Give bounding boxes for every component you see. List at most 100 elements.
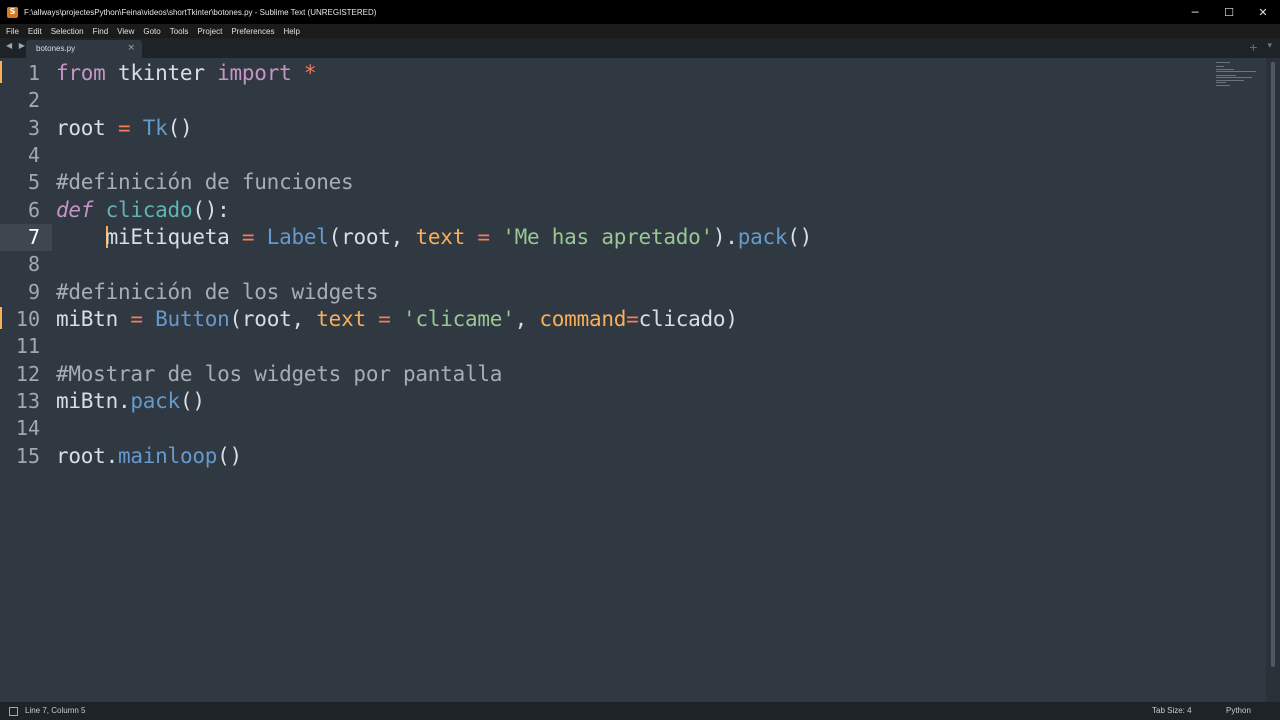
minimap[interactable] [1216,60,1266,90]
token-parameter: text [316,307,366,331]
cursor-position: Line 7, Column 5 [25,706,86,715]
token-string: 'clicame' [403,307,515,331]
token-plain: . [117,389,131,413]
token-operator: = [365,307,404,331]
vertical-scrollbar[interactable] [1266,58,1280,702]
token-comment: #definición de los widgets [56,280,379,304]
tab-size-indicator[interactable]: Tab Size: 4 [1152,706,1192,715]
line-number: 5 [27,170,40,194]
code-text: miBtn.pack() [56,388,205,415]
token-call: Button [155,307,230,331]
token-operator: = [229,225,267,249]
title-bar: S F:\allways\projectesPython\Feina\video… [0,0,1280,24]
code-line-10[interactable]: 10 miBtn = Button(root, text = 'clicame'… [0,306,1200,333]
token-call: pack [737,225,788,249]
status-bar: Line 7, Column 5 Tab Size: 4 Python [0,702,1280,720]
code-text: def clicado(): [56,197,230,224]
code-line-11[interactable]: 11 [0,333,1200,360]
line-number: 4 [27,143,40,167]
code-line-5[interactable]: 5 #definición de funciones [0,169,1200,196]
tab-list-icon[interactable]: ▾ [1267,41,1272,51]
token-operator: = [626,307,639,331]
line-number: 14 [15,416,40,440]
minimap-line [1216,69,1234,70]
code-line-2[interactable]: 2 [0,87,1200,114]
menu-view[interactable]: View [113,27,139,36]
minimap-line [1216,75,1236,76]
minimap-line [1216,62,1230,63]
menu-goto[interactable]: Goto [139,27,165,36]
line-number: 9 [27,280,40,304]
token-plain: () [167,116,193,140]
minimap-line [1216,66,1224,67]
code-editor[interactable]: 1 from tkinter import * 2 3 root = Tk() … [0,58,1264,702]
close-button[interactable]: ✕ [1246,0,1280,24]
token-parameter: text [415,225,466,249]
code-text: root.mainloop() [56,443,242,470]
code-line-7[interactable]: 7 miEtiqueta = Label(root, text = 'Me ha… [0,224,1200,251]
token-plain: miBtn [56,307,118,331]
syntax-indicator[interactable]: Python [1226,706,1251,715]
minimap-line [1216,82,1226,83]
tab-bar: ◀ ▶ botones.py × + ▾ [0,38,1280,58]
menu-file[interactable]: File [0,27,23,36]
tab-nav-arrows-icon[interactable]: ◀ ▶ [6,41,27,50]
line-number: 2 [27,88,40,112]
token-keyword: import [217,61,292,85]
token-operator: = [117,307,156,331]
code-line-14[interactable]: 14 [0,415,1200,442]
code-line-1[interactable]: 1 from tkinter import * [0,60,1200,87]
line-number: 3 [27,116,40,140]
menu-tools[interactable]: Tools [165,27,193,36]
token-plain: miBtn [56,389,118,413]
minimize-button[interactable]: ─ [1178,0,1212,24]
tab-botones-py[interactable]: botones.py × [26,40,142,58]
menu-preferences[interactable]: Preferences [227,27,279,36]
token-keyword: def [56,198,94,222]
line-number: 15 [15,444,40,468]
code-line-6[interactable]: 6 def clicado(): [0,197,1200,224]
code-line-4[interactable]: 4 [0,142,1200,169]
code-line-3[interactable]: 3 root = Tk() [0,115,1200,142]
menu-selection[interactable]: Selection [46,27,88,36]
line-number: 12 [15,362,40,386]
token-plain: root [56,116,106,140]
scrollbar-thumb[interactable] [1271,62,1275,667]
token-call: mainloop [117,444,218,468]
token-plain: ). [712,225,738,249]
token-plain: (root, [328,225,416,249]
menu-help[interactable]: Help [279,27,304,36]
code-text: from tkinter import * [56,60,317,87]
token-plain: root [56,444,106,468]
menu-project[interactable]: Project [193,27,227,36]
maximize-button[interactable]: ☐ [1212,0,1246,24]
minimap-line [1216,71,1256,72]
code-line-13[interactable]: 13 miBtn.pack() [0,388,1200,415]
code-line-9[interactable]: 9 #definición de los widgets [0,279,1200,306]
code-line-8[interactable]: 8 [0,251,1200,278]
token-operator: * [291,61,317,85]
token-operator: = [465,225,503,249]
minimap-line [1216,77,1252,78]
code-line-12[interactable]: 12 #Mostrar de los widgets por pantalla [0,361,1200,388]
line-number: 8 [27,252,40,276]
token-plain: miEtiqueta [105,225,230,249]
window-controls: ─ ☐ ✕ [1178,0,1280,24]
code-text: miBtn = Button(root, text = 'clicame', c… [56,306,738,333]
panel-toggle-icon[interactable] [9,707,18,716]
token-call: pack [130,389,180,413]
token-plain: () [787,225,813,249]
token-operator: = [105,116,143,140]
new-tab-icon[interactable]: + [1249,41,1258,54]
menu-find[interactable]: Find [88,27,113,36]
code-text: #definición de funciones [56,169,354,196]
token-function-name: clicado [105,198,193,222]
token-plain: , [514,307,540,331]
token-parameter: command [539,307,627,331]
minimap-line [1216,80,1244,81]
menu-edit[interactable]: Edit [23,27,46,36]
menu-bar: File Edit Selection Find View Goto Tools… [0,24,1280,38]
tab-close-icon[interactable]: × [127,43,135,53]
code-line-15[interactable]: 15 root.mainloop() [0,443,1200,470]
